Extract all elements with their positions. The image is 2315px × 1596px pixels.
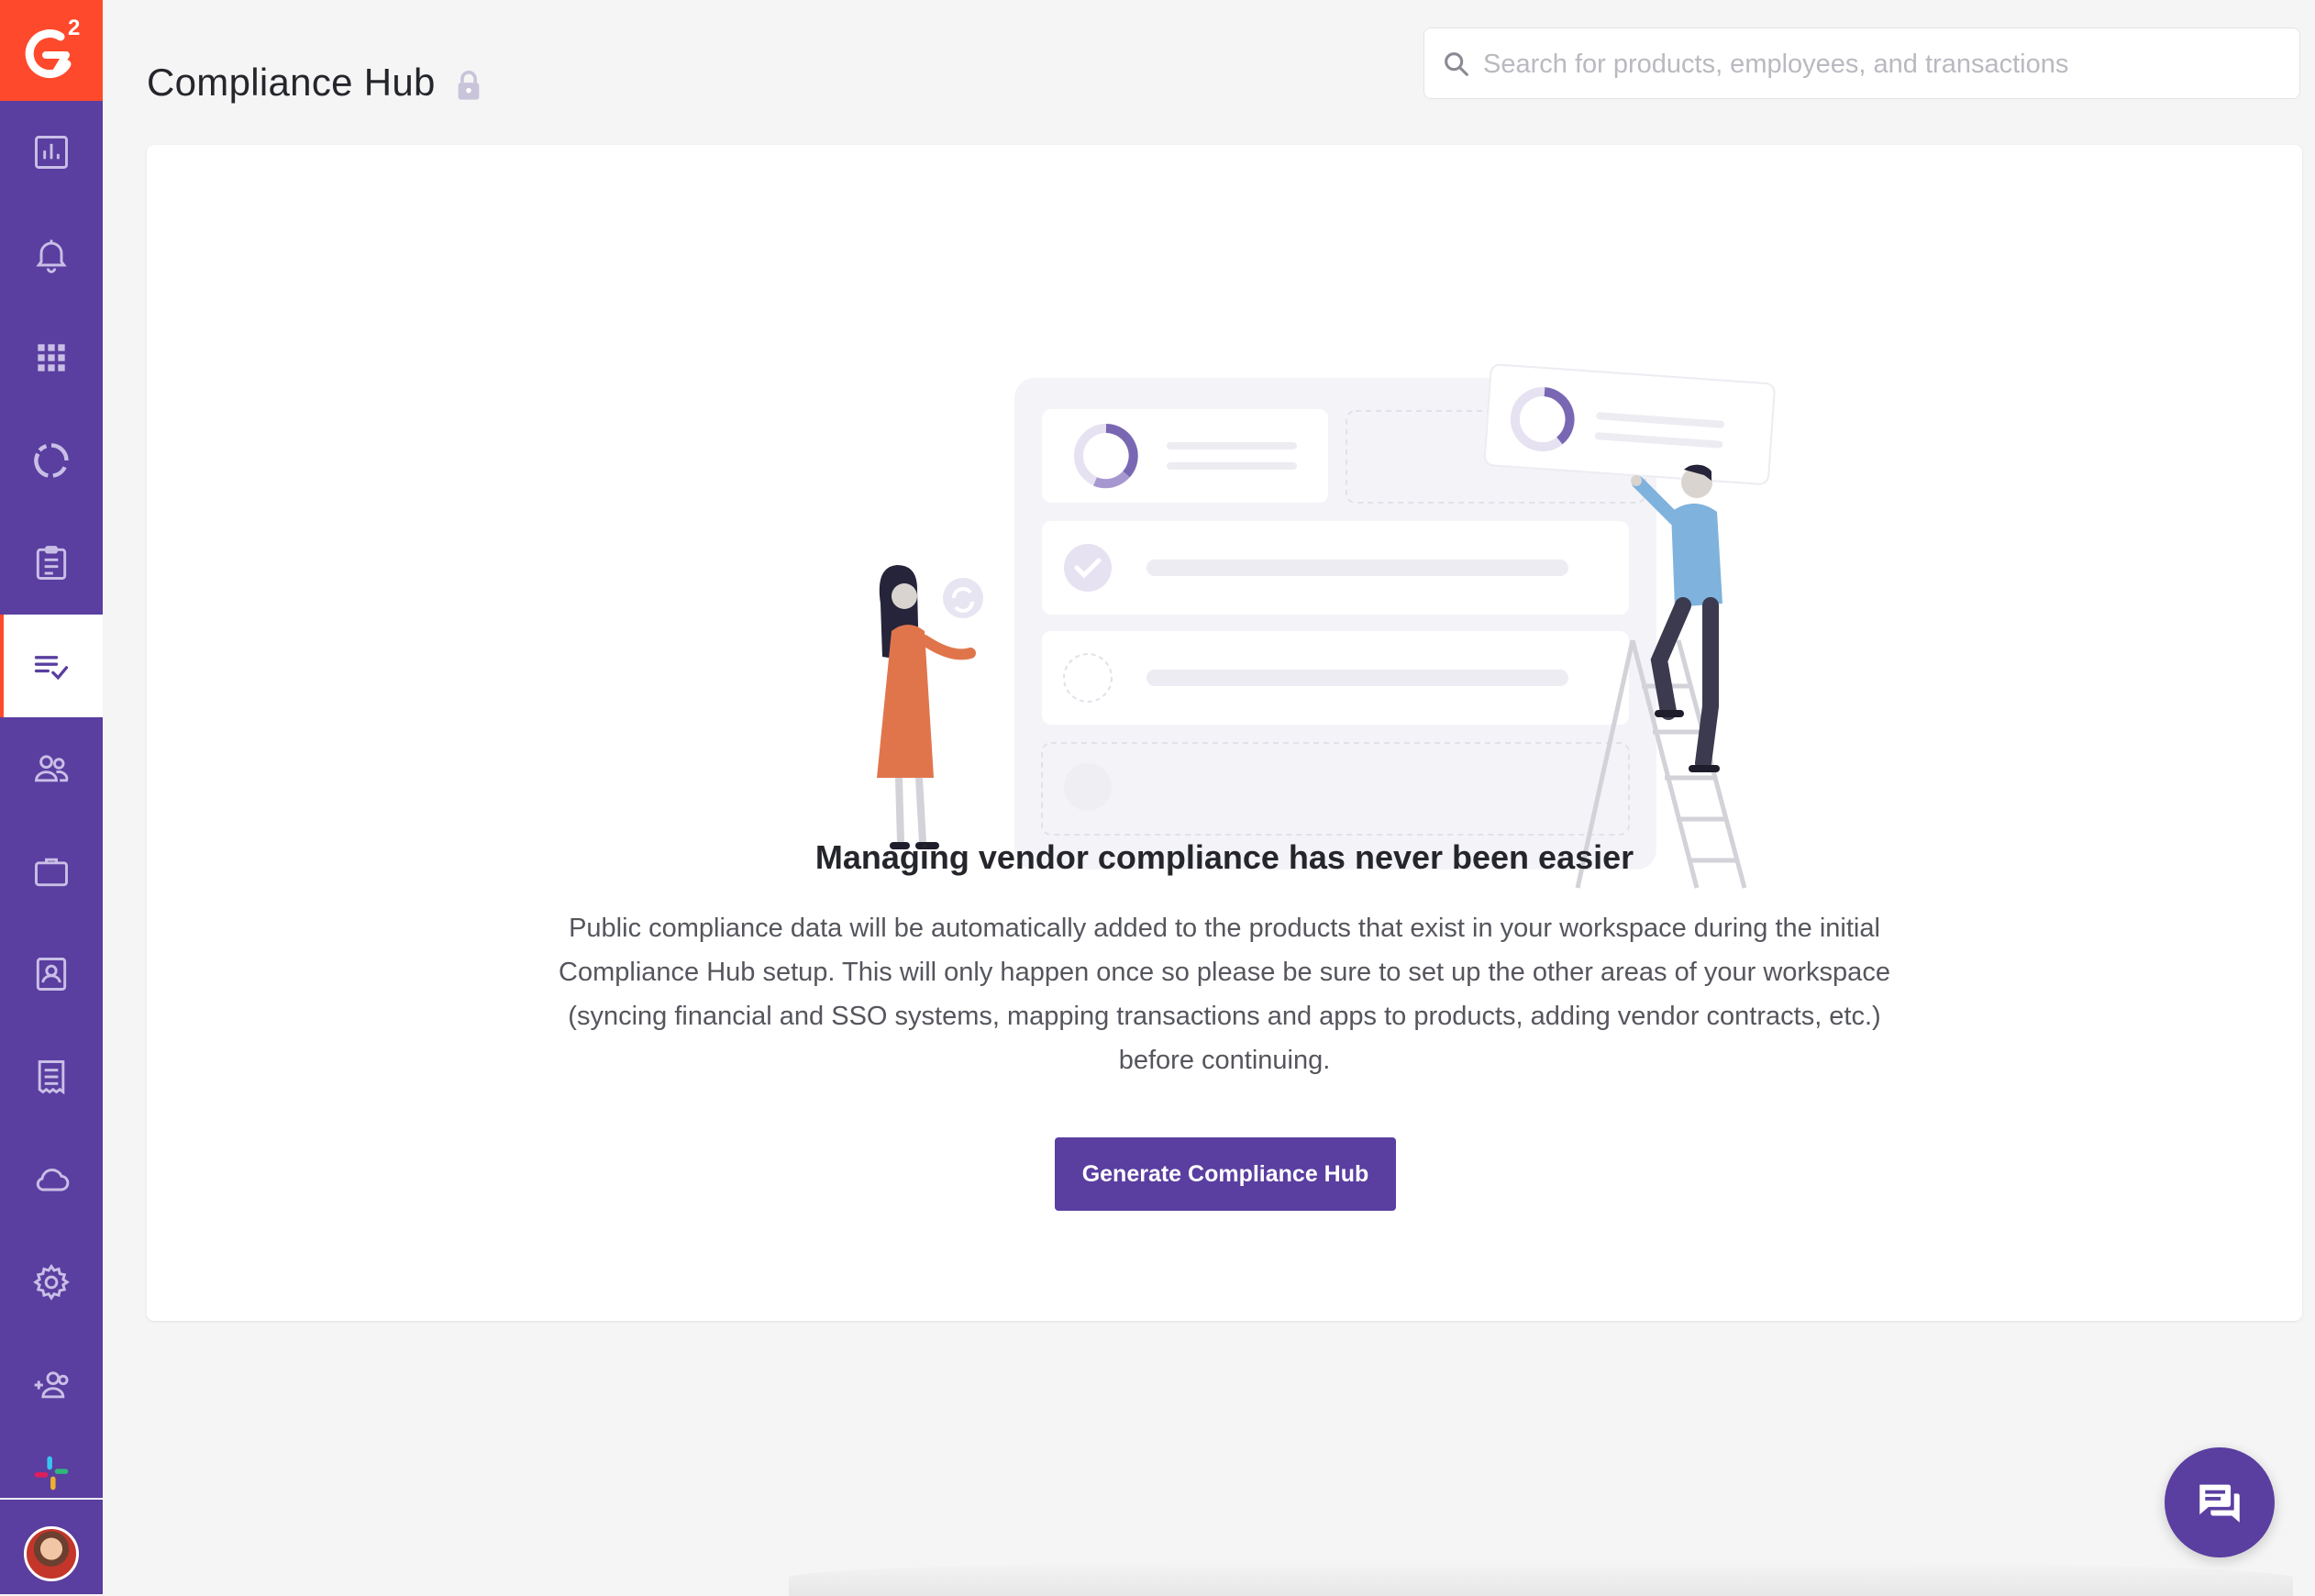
grid-icon: [38, 344, 65, 371]
briefcase-icon: [35, 858, 68, 887]
bottom-shadow: [789, 1559, 2293, 1596]
search-icon: [1445, 52, 1468, 76]
sidebar-divider: [0, 1498, 103, 1500]
sidebar-item-compliance[interactable]: [0, 615, 103, 717]
add-user-icon: [34, 1371, 69, 1399]
contact-card-icon: [36, 958, 67, 991]
gear-icon: [33, 1263, 70, 1301]
sidebar-item-settings[interactable]: [0, 1231, 103, 1334]
empty-state-description: Public compliance data will be automatic…: [559, 914, 1890, 1075]
chat-button[interactable]: [2165, 1447, 2275, 1557]
user-avatar[interactable]: [24, 1526, 79, 1581]
clipboard-icon: [36, 546, 67, 580]
sidebar-item-dashboard[interactable]: [0, 101, 103, 204]
sidebar: 2: [0, 0, 103, 1594]
search-bar[interactable]: [1423, 28, 2300, 100]
bell-icon: [36, 239, 67, 273]
empty-state-headline: Managing vendor compliance has never bee…: [814, 838, 1634, 876]
sidebar-item-contacts[interactable]: [0, 923, 103, 1025]
generate-compliance-hub-button[interactable]: Generate Compliance Hub: [1055, 1137, 1396, 1211]
lock-icon: [458, 71, 480, 100]
sidebar-item-invite-users[interactable]: [0, 1334, 103, 1436]
donut-chart-icon: [34, 443, 69, 478]
sidebar-item-slack[interactable]: [0, 1436, 103, 1497]
people-icon: [35, 755, 69, 782]
g2-logo[interactable]: 2: [0, 0, 103, 101]
sidebar-item-tasks[interactable]: [0, 512, 103, 615]
cloud-icon: [36, 1169, 70, 1191]
sidebar-item-notifications[interactable]: [0, 204, 103, 306]
sidebar-item-vendors[interactable]: [0, 820, 103, 923]
page-title: Compliance Hub: [147, 61, 436, 104]
receipt-icon: [38, 1060, 65, 1095]
svg-text:2: 2: [68, 16, 80, 40]
bar-chart-icon: [35, 136, 68, 169]
slack-icon: [34, 1456, 69, 1491]
checklist-icon: [34, 656, 69, 681]
sidebar-item-employees[interactable]: [0, 717, 103, 820]
search-input[interactable]: [1481, 28, 2283, 100]
sidebar-item-apps[interactable]: [0, 306, 103, 409]
chat-bubbles-icon: [2199, 1484, 2240, 1523]
compliance-illustration: [877, 363, 1776, 889]
g2-logo-icon: 2: [25, 16, 80, 79]
sidebar-item-integrations[interactable]: [0, 1128, 103, 1231]
sidebar-item-transactions[interactable]: [0, 1025, 103, 1128]
empty-state-card: Managing vendor compliance has never bee…: [147, 145, 2302, 1321]
sidebar-item-spend[interactable]: [0, 409, 103, 512]
